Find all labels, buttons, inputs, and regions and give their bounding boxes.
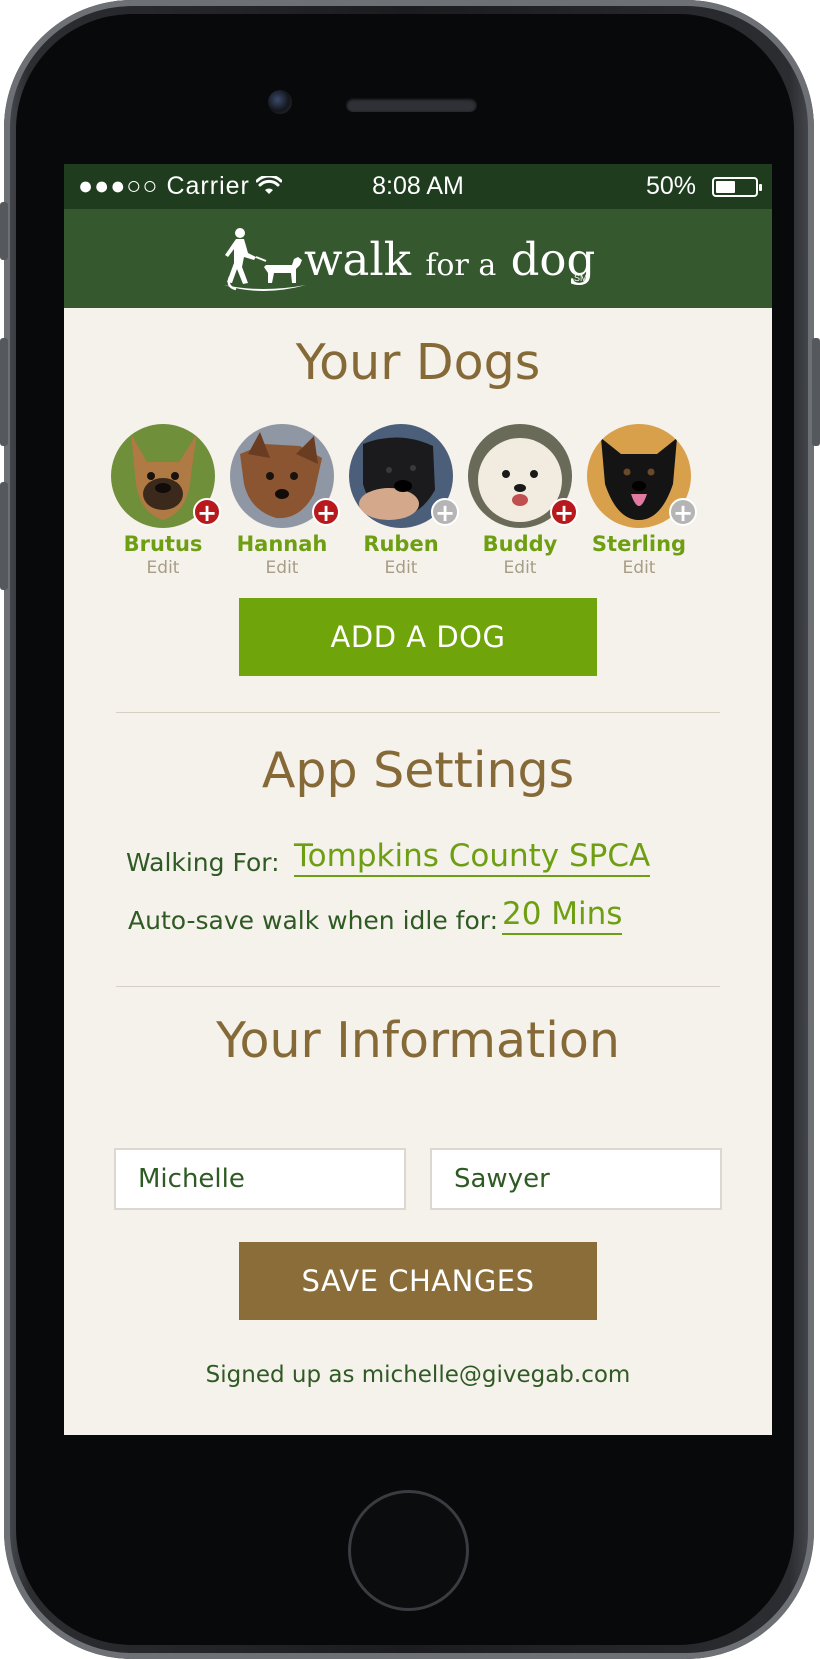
dog-item-hannah[interactable]: + Hannah Edit [219, 424, 345, 578]
edit-link[interactable]: Edit [457, 558, 583, 578]
app-header: walk for a dog SM [64, 209, 772, 308]
plus-icon[interactable]: + [550, 498, 578, 526]
dog-name: Buddy [482, 532, 558, 556]
last-name-field[interactable]: Sawyer [430, 1148, 722, 1210]
plus-icon[interactable]: + [312, 498, 340, 526]
volume-up-button [0, 338, 8, 446]
dog-name: Brutus [123, 532, 203, 556]
dog-name: Hannah [236, 532, 328, 556]
dog-item-brutus[interactable]: + Brutus Edit [100, 424, 226, 578]
battery-icon [712, 177, 762, 197]
save-changes-button[interactable]: SAVE CHANGES [239, 1242, 597, 1320]
your-information-title: Your Information [216, 1012, 620, 1069]
app-screen: ●●●○○ Carrier 8:08 AM 50% walk for a dog… [64, 164, 772, 1435]
dog-name: Ruben [363, 532, 439, 556]
add-dog-button[interactable]: ADD A DOG [239, 598, 597, 676]
signed-up-text: Signed up as michelle@givegab.com [205, 1362, 631, 1388]
walk-for-a-dog-logo: walk for a dog SM [222, 227, 622, 293]
dog-avatar[interactable]: + [230, 424, 340, 528]
dog-avatar[interactable]: + [111, 424, 221, 528]
first-name-field[interactable]: Michelle [114, 1148, 406, 1210]
edit-link[interactable]: Edit [576, 558, 702, 578]
mute-switch [0, 202, 8, 260]
autosave-value[interactable]: 20 Mins [502, 896, 623, 935]
edit-link[interactable]: Edit [338, 558, 464, 578]
walker-and-dog-icon [224, 228, 306, 291]
dogs-list: + Brutus Edit + Hannah Edit + Ruben Edit… [100, 424, 736, 584]
plus-icon[interactable]: + [193, 498, 221, 526]
dog-avatar[interactable]: + [349, 424, 459, 528]
dog-item-sterling[interactable]: + Sterling Edit [576, 424, 702, 578]
front-camera [268, 90, 292, 114]
app-settings-title: App Settings [261, 742, 575, 799]
power-button [812, 338, 820, 446]
edit-link[interactable]: Edit [219, 558, 345, 578]
dog-item-ruben[interactable]: + Ruben Edit [338, 424, 464, 578]
logo-wordmark: walk for a dog [304, 233, 596, 286]
volume-down-button [0, 482, 8, 590]
dog-name: Sterling [591, 532, 687, 556]
divider [116, 712, 720, 713]
dog-avatar[interactable]: + [468, 424, 578, 528]
autosave-label: Auto-save walk when idle for: [128, 906, 499, 935]
dog-avatar[interactable]: + [587, 424, 697, 528]
battery-percent: 50% [645, 172, 696, 200]
walking-for-value[interactable]: Tompkins County SPCA [294, 838, 651, 877]
earpiece-speaker [346, 98, 477, 112]
service-mark: SM [574, 273, 588, 283]
status-bar: ●●●○○ Carrier 8:08 AM 50% [64, 164, 772, 209]
your-dogs-title: Your Dogs [295, 334, 541, 391]
dog-item-buddy[interactable]: + Buddy Edit [457, 424, 583, 578]
walking-for-label: Walking For: [126, 848, 280, 877]
plus-icon[interactable]: + [669, 498, 697, 526]
edit-link[interactable]: Edit [100, 558, 226, 578]
home-button[interactable] [348, 1490, 469, 1611]
divider [116, 986, 720, 987]
plus-icon[interactable]: + [431, 498, 459, 526]
